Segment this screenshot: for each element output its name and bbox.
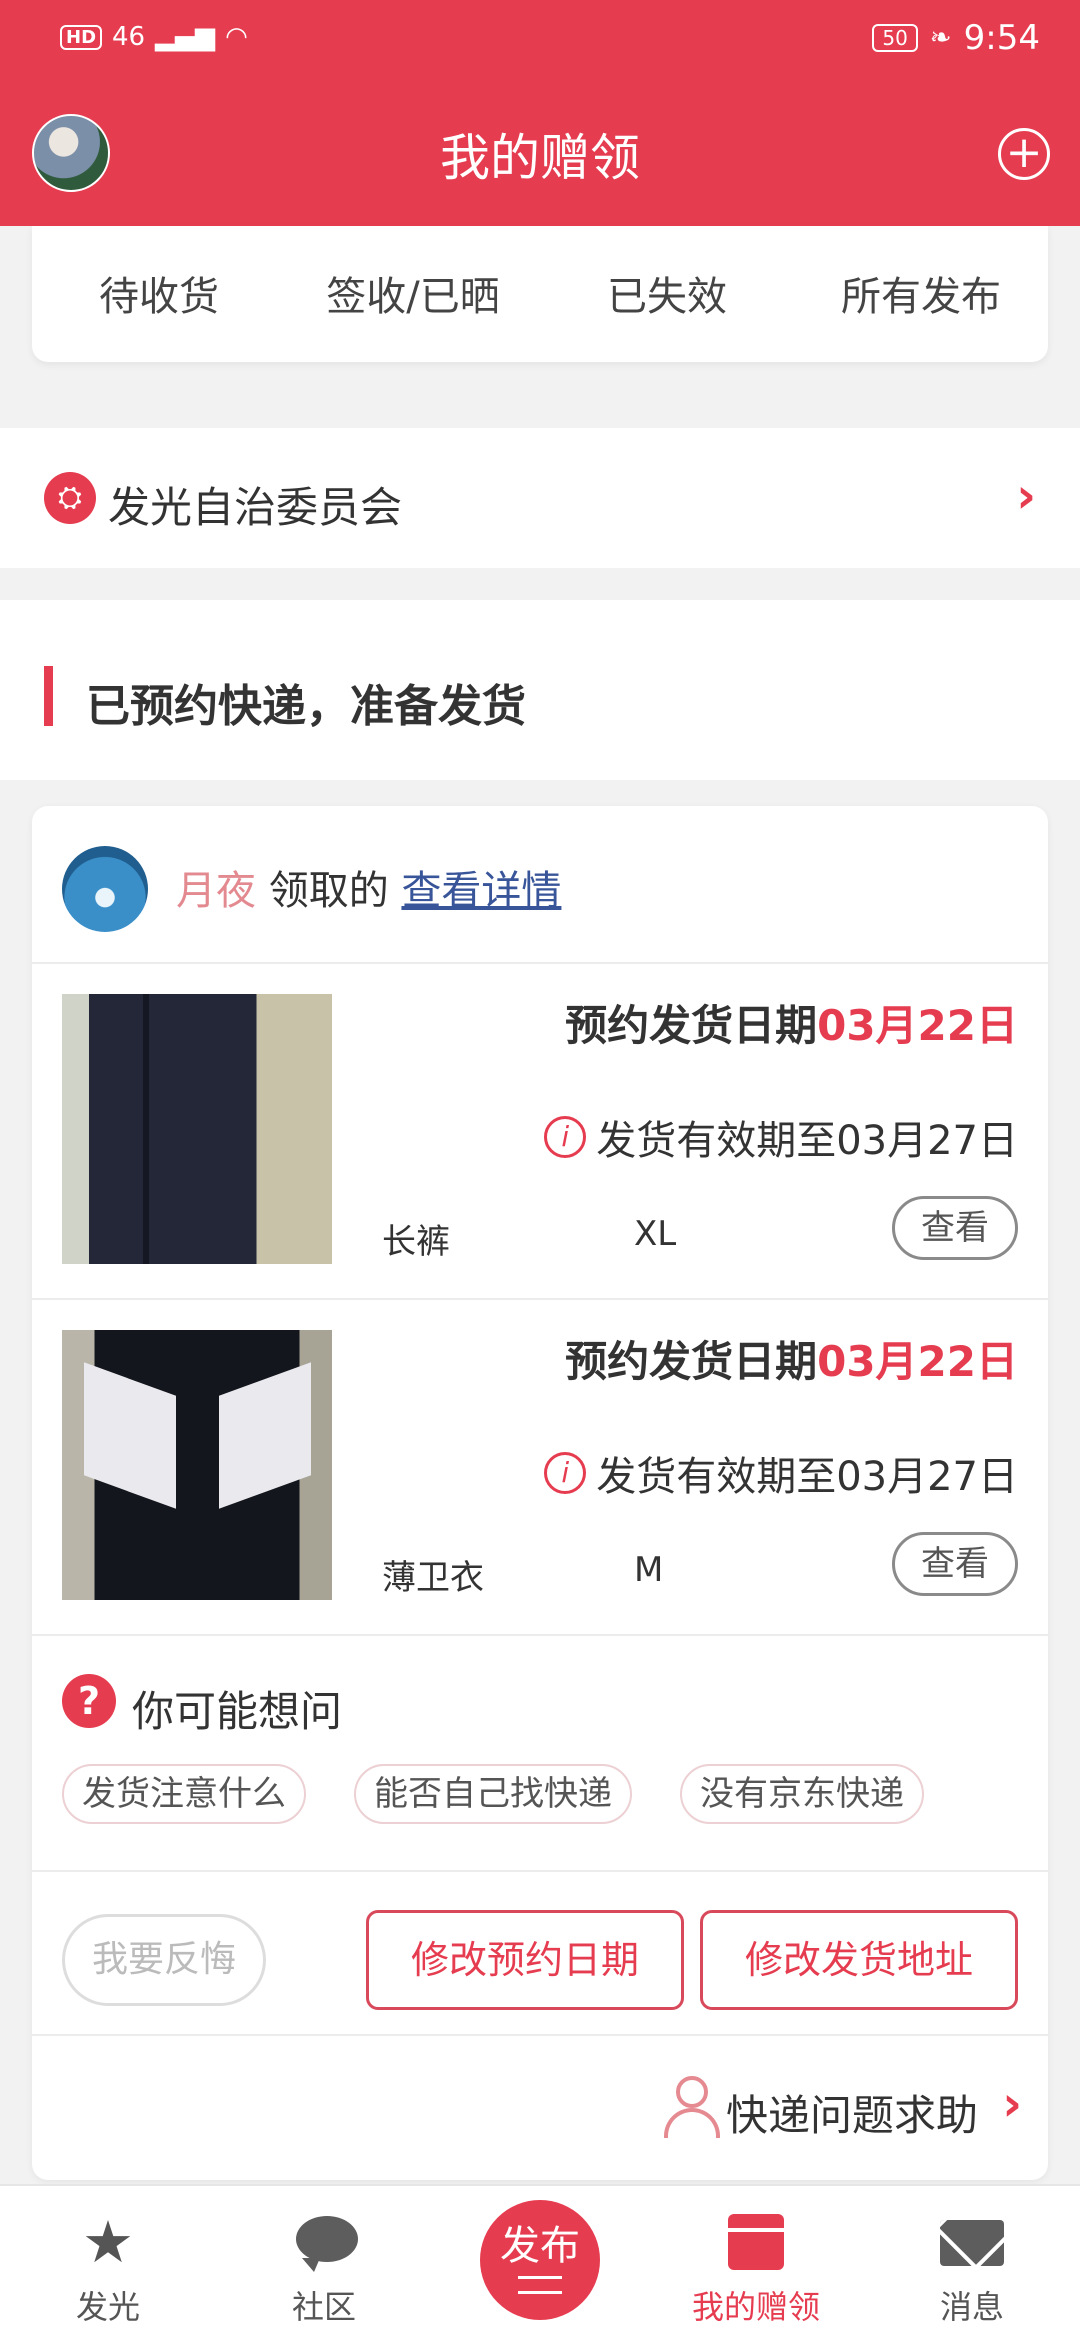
publish-button[interactable]: 发布 [480,2200,600,2320]
stat-received[interactable]: 签收/已晒 [286,264,540,322]
main-content: 已预约快递，准备发货 月夜 领取的 查看详情 预约发货日期03月22日 i 发货… [0,600,1080,2180]
valid-until: i 发货有效期至03月27日 [544,1444,1018,1502]
action-row: 我要反悔 修改预约日期 修改发货地址 [32,1872,1048,2036]
ship-date-prefix: 预约发货日期 [565,1001,818,1050]
courier-help-row[interactable]: 快递问题求助 › [32,2036,1048,2180]
tab-publish[interactable]: 发布 [432,2186,648,2340]
claimer-action: 领取的 [268,868,389,914]
view-button[interactable]: 查看 [892,1532,1018,1596]
stat-label: 待收货 [99,274,219,320]
chat-bubble-icon [296,2216,358,2272]
item-thumbnail[interactable] [62,994,332,1264]
stat-label: 签收/已晒 [326,274,500,320]
clock: 9:54 [963,18,1040,58]
faq-chip[interactable]: 发货注意什么 [62,1764,306,1824]
stats-card: 待收货 签收/已晒 已失效 所有发布 [32,226,1048,362]
chevron-right-icon: › [1016,468,1036,524]
regret-button[interactable]: 我要反悔 [62,1914,266,2006]
order-item: 预约发货日期03月22日 i 发货有效期至03月27日 长裤 XL 查看 [32,964,1048,1300]
ship-date-value: 03月22日 [817,1337,1018,1386]
chevron-right-icon: › [1002,2076,1022,2132]
change-date-button[interactable]: 修改预约日期 [366,1910,684,2010]
app-header: 我的赠领 + [0,80,1080,226]
status-right: 50 ❧ 9:54 [872,18,1040,58]
status-left: HD 46 ▂▄▆ ◠ [60,22,248,52]
bottom-tab-bar: ★ 发光 社区 发布 我的赠领 消息 [0,2184,1080,2340]
item-size: XL [634,1214,677,1254]
status-bar: HD 46 ▂▄▆ ◠ 50 ❧ 9:54 [0,0,1080,80]
tab-label: 发光 [75,2288,140,2326]
valid-until: i 发货有效期至03月27日 [544,1108,1018,1166]
claimer-line: 月夜 领取的 查看详情 [176,858,561,916]
ship-date: 预约发货日期03月22日 [565,992,1018,1053]
tab-label: 我的赠领 [691,2288,820,2326]
claimer-nickname[interactable]: 月夜 [176,868,256,914]
faq-section: ? 你可能想问 发货注意什么 能否自己找快递 没有京东快递 [32,1636,1048,1872]
faq-chip[interactable]: 能否自己找快递 [354,1764,632,1824]
faq-chip[interactable]: 没有京东快递 [680,1764,924,1824]
add-button[interactable]: + [998,128,1050,180]
publish-label: 发布 [500,2223,580,2269]
tab-my-gifts[interactable]: 我的赠领 [648,2186,864,2340]
stat-all-published[interactable]: 所有发布 [794,264,1048,322]
info-icon: i [544,1452,587,1494]
wifi-icon: ◠ [225,22,248,52]
item-size: M [634,1550,664,1590]
courier-help-label: 快递问题求助 [725,2091,978,2140]
stat-label: 已失效 [607,274,727,320]
valid-until-text: 发货有效期至03月27日 [596,1118,1018,1164]
committee-label: 发光自治委员会 [108,483,403,532]
committee-row[interactable]: ⛭ 发光自治委员会 › [0,428,1080,568]
ship-date: 预约发货日期03月22日 [565,1328,1018,1389]
committee-icon: ⛭ [44,472,96,524]
change-address-button[interactable]: 修改发货地址 [700,1910,1018,2010]
menu-lines-icon [518,2276,562,2294]
mail-icon [940,2220,1004,2266]
order-item: 预约发货日期03月22日 i 发货有效期至03月27日 薄卫衣 M 查看 [32,1300,1048,1636]
question-icon: ? [62,1674,116,1728]
page-title: 我的赠领 [440,129,640,187]
tab-shine[interactable]: ★ 发光 [0,2186,216,2340]
stat-label: 所有发布 [841,274,1001,320]
tab-label: 社区 [291,2288,356,2326]
leaf-icon: ❧ [929,23,952,53]
valid-until-text: 发货有效期至03月27日 [596,1454,1018,1500]
stat-pending-receipt[interactable]: 待收货 [32,264,286,322]
info-icon: i [544,1116,587,1158]
signal-icon: ▂▄▆ [155,22,216,52]
hd-icon: HD [60,24,103,50]
stat-expired[interactable]: 已失效 [540,264,794,322]
battery-icon: 50 [872,24,918,52]
section-marker [44,666,53,726]
order-card: 月夜 领取的 查看详情 预约发货日期03月22日 i 发货有效期至03月27日 … [32,806,1048,2180]
item-name: 薄卫衣 [382,1558,484,1598]
tab-messages[interactable]: 消息 [864,2186,1080,2340]
ship-date-value: 03月22日 [817,1001,1018,1050]
tab-community[interactable]: 社区 [216,2186,432,2340]
item-thumbnail[interactable] [62,1330,332,1600]
claimer-row: 月夜 领取的 查看详情 [32,806,1048,964]
view-button[interactable]: 查看 [892,1196,1018,1260]
view-details-link[interactable]: 查看详情 [401,868,561,914]
person-icon [662,2076,722,2138]
star-icon: ★ [82,2208,134,2276]
plus-icon: + [1005,127,1043,178]
ship-date-prefix: 预约发货日期 [565,1337,818,1386]
claimer-avatar[interactable] [62,846,148,932]
tab-label: 消息 [939,2288,1004,2326]
item-name: 长裤 [382,1222,450,1262]
gift-card-icon [728,2214,784,2270]
section-title: 已预约快递，准备发货 [86,681,526,732]
network-indicator: 46 [112,22,146,52]
section-header: 已预约快递，准备发货 [0,600,1080,780]
faq-title: 你可能想问 [132,1687,343,1736]
